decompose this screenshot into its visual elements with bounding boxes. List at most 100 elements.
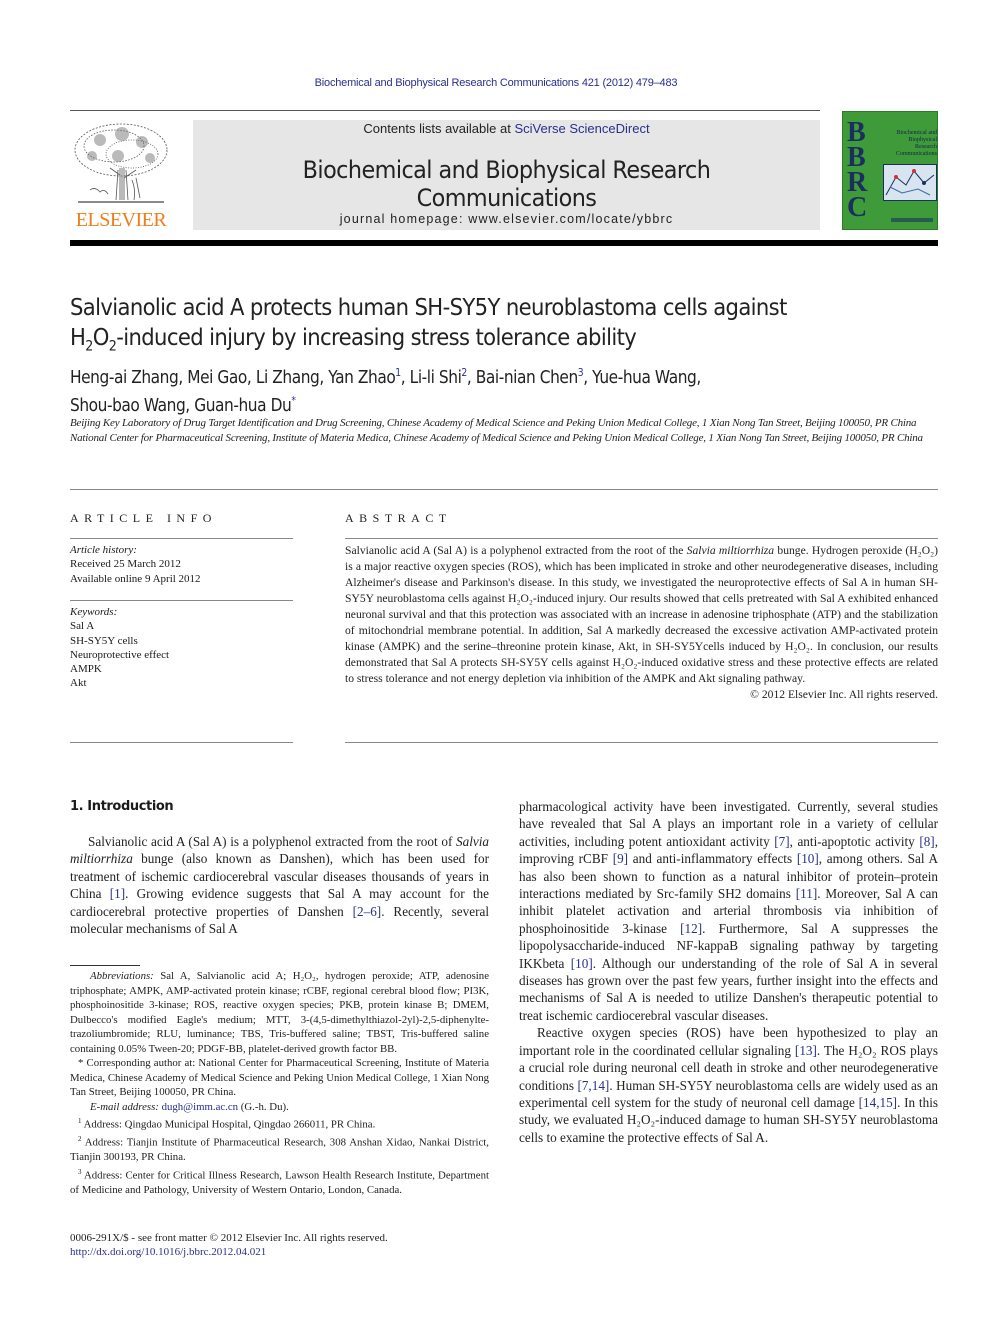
title-text: O: [92, 323, 110, 351]
citation-link[interactable]: [9]: [613, 851, 628, 866]
email-footnote: E-mail address: dugh@imm.ac.cn (G.-h. Du…: [70, 1100, 489, 1115]
cover-title-line: Communications: [896, 151, 937, 157]
footnote-mark-link[interactable]: 1: [395, 367, 401, 379]
divider: [70, 538, 293, 539]
abbreviations-footnote: Abbreviations: Sal A, Salvianolic acid A…: [70, 969, 489, 1056]
section-heading-introduction: 1. Introduction: [70, 799, 174, 814]
cover-title-line: Research: [915, 144, 937, 150]
abstract-paragraph: Salvianolic acid A (Sal A) is a polyphen…: [345, 543, 938, 687]
intro-paragraph-continued: pharmacological activity have been inves…: [519, 798, 938, 1024]
citation-link[interactable]: [10]: [571, 956, 593, 971]
sciencedirect-link[interactable]: SciVerse ScienceDirect: [514, 121, 649, 136]
citation-link[interactable]: [7]: [774, 834, 789, 849]
citation-link[interactable]: [11]: [796, 886, 817, 901]
keyword: AMPK: [70, 663, 102, 676]
citation-link[interactable]: [7,14]: [577, 1078, 609, 1093]
cover-artwork: [883, 164, 937, 201]
corresponding-author-mark-link[interactable]: *: [291, 395, 296, 407]
citation-link[interactable]: [12]: [680, 921, 702, 936]
cover-footer-bar: [891, 218, 933, 222]
citation-link[interactable]: [14,15]: [859, 1095, 897, 1110]
body-text: , anti-apoptotic activity: [789, 833, 920, 849]
elsevier-tree-icon: [74, 123, 168, 203]
journal-title[interactable]: Biochemical and Biophysical Research Com…: [215, 156, 798, 212]
contents-line: Contents lists available at SciVerse Sci…: [193, 121, 820, 136]
affiliation: National Center for Pharmaceutical Scree…: [70, 431, 923, 444]
abstract-body: Salvianolic acid A (Sal A) is a polyphen…: [345, 543, 938, 703]
elsevier-logo[interactable]: ELSEVIER: [70, 120, 172, 232]
citation-link[interactable]: [8]: [919, 834, 934, 849]
footnote-mark-link[interactable]: 2: [461, 367, 467, 379]
abstract-italic: Salvia miltiorrhiza: [686, 544, 775, 557]
citation-link[interactable]: [10]: [797, 851, 819, 866]
keyword: Neuroprotective effect: [70, 648, 170, 661]
author-list: Heng-ai Zhang, Mei Gao, Li Zhang, Yan Zh…: [70, 362, 844, 418]
journal-cover[interactable]: B B R C Biochemical and Biophysical Rese…: [842, 111, 938, 230]
divider: [345, 538, 938, 539]
email-label: E-mail address:: [90, 1100, 159, 1113]
body-text: and anti-inflammatory effects: [628, 851, 797, 867]
title-text: -induced injury by increasing stress tol…: [116, 323, 637, 351]
author-name[interactable]: Li-li Shi: [410, 368, 462, 388]
running-citation-link[interactable]: Biochemical and Biophysical Research Com…: [0, 77, 992, 89]
author-name[interactable]: Li Zhang: [256, 368, 320, 388]
author-name[interactable]: Shou-bao Wang: [70, 396, 186, 416]
citation-link[interactable]: [2–6]: [353, 904, 382, 919]
available-date: Available online 9 April 2012: [70, 572, 201, 585]
footnotes: Abbreviations: Sal A, Salvianolic acid A…: [70, 969, 489, 1197]
header-rule: [70, 110, 820, 111]
article-title: Salvianolic acid A protects human SH-SY5…: [70, 292, 844, 362]
author-line-2: Shou-bao Wang, Guan-hua Du*: [70, 394, 296, 416]
abstract-heading: ABSTRACT: [345, 511, 452, 525]
body-column-left: Salvianolic acid A (Sal A) is a polyphen…: [70, 833, 489, 937]
author-name[interactable]: Bai-nian Chen: [476, 368, 578, 388]
keyword: Sal A: [70, 620, 95, 633]
citation-link[interactable]: [1]: [110, 886, 125, 901]
footnote-text: Address: Tianjin Institute of Pharmaceut…: [70, 1136, 489, 1164]
journal-homepage-link[interactable]: journal homepage: www.elsevier.com/locat…: [193, 212, 820, 226]
affiliations: Beijing Key Laboratory of Drug Target Id…: [70, 416, 950, 445]
abstract-text: Salvianolic acid A (Sal A) is a polyphen…: [345, 544, 687, 557]
author-name[interactable]: Guan-hua Du: [194, 396, 292, 416]
abstract-copyright: © 2012 Elsevier Inc. All rights reserved…: [750, 688, 938, 701]
keyword: Akt: [70, 677, 87, 690]
masthead-thick-rule: [70, 240, 938, 246]
intro-paragraph: Salvianolic acid A (Sal A) is a polyphen…: [70, 833, 489, 937]
citation-link[interactable]: [13]: [795, 1043, 817, 1058]
divider: [70, 742, 293, 743]
body-text: Salvianolic acid A (Sal A) is a polyphen…: [88, 834, 457, 849]
history-label: Article history:: [70, 544, 137, 556]
footnote-text: Address: Center for Critical Illness Res…: [70, 1169, 489, 1196]
keyword: SH-SY5Y cells: [70, 634, 138, 647]
title-line-1: Salvianolic acid A protects human SH-SY5…: [70, 293, 787, 321]
author-name[interactable]: Yue-hua Wang: [592, 368, 697, 388]
body-column-right: pharmacological activity have been inves…: [519, 798, 938, 1146]
keywords-label: Keywords:: [70, 606, 118, 618]
title-text: H: [70, 323, 86, 351]
footnote-rule: [70, 965, 140, 966]
footnote-mark-link[interactable]: 3: [578, 367, 584, 379]
journal-masthead: Contents lists available at SciVerse Sci…: [193, 120, 820, 230]
issn-line: 0006-291X/$ - see front matter © 2012 El…: [70, 1232, 388, 1244]
cover-title-line: Biochemical and: [896, 130, 938, 136]
author-name[interactable]: Yan Zhao: [328, 368, 395, 388]
address-footnote: 3 Address: Center for Critical Illness R…: [70, 1165, 489, 1198]
divider: [70, 600, 293, 601]
title-line-2: H2O2-induced injury by increasing stress…: [70, 322, 844, 362]
abbreviations-text: Sal A, Salvianolic acid A; H₂O₂, hydroge…: [70, 970, 489, 1055]
email-link[interactable]: dugh@imm.ac.cn: [162, 1101, 239, 1113]
author-name[interactable]: Mei Gao: [187, 368, 247, 388]
doi-link[interactable]: http://dx.doi.org/10.1016/j.bbrc.2012.04…: [70, 1246, 266, 1258]
affiliation: Beijing Key Laboratory of Drug Target Id…: [70, 417, 917, 429]
cover-illustration-icon: [885, 169, 935, 196]
received-date: Received 25 March 2012: [70, 558, 181, 571]
author-name[interactable]: Heng-ai Zhang: [70, 368, 179, 388]
footnote-text: Address: Qingdao Municipal Hospital, Qin…: [81, 1118, 376, 1131]
affiliation-rule: [70, 489, 938, 490]
address-footnote: 1 Address: Qingdao Municipal Hospital, Q…: [70, 1114, 489, 1132]
front-matter: 0006-291X/$ - see front matter © 2012 El…: [70, 1231, 388, 1259]
elsevier-wordmark: ELSEVIER: [75, 209, 167, 231]
cover-title: Biochemical and Biophysical Research Com…: [877, 130, 937, 158]
keywords: Keywords: Sal A SH-SY5Y cells Neuroprote…: [70, 605, 169, 691]
abbreviations-label: Abbreviations:: [90, 970, 154, 982]
